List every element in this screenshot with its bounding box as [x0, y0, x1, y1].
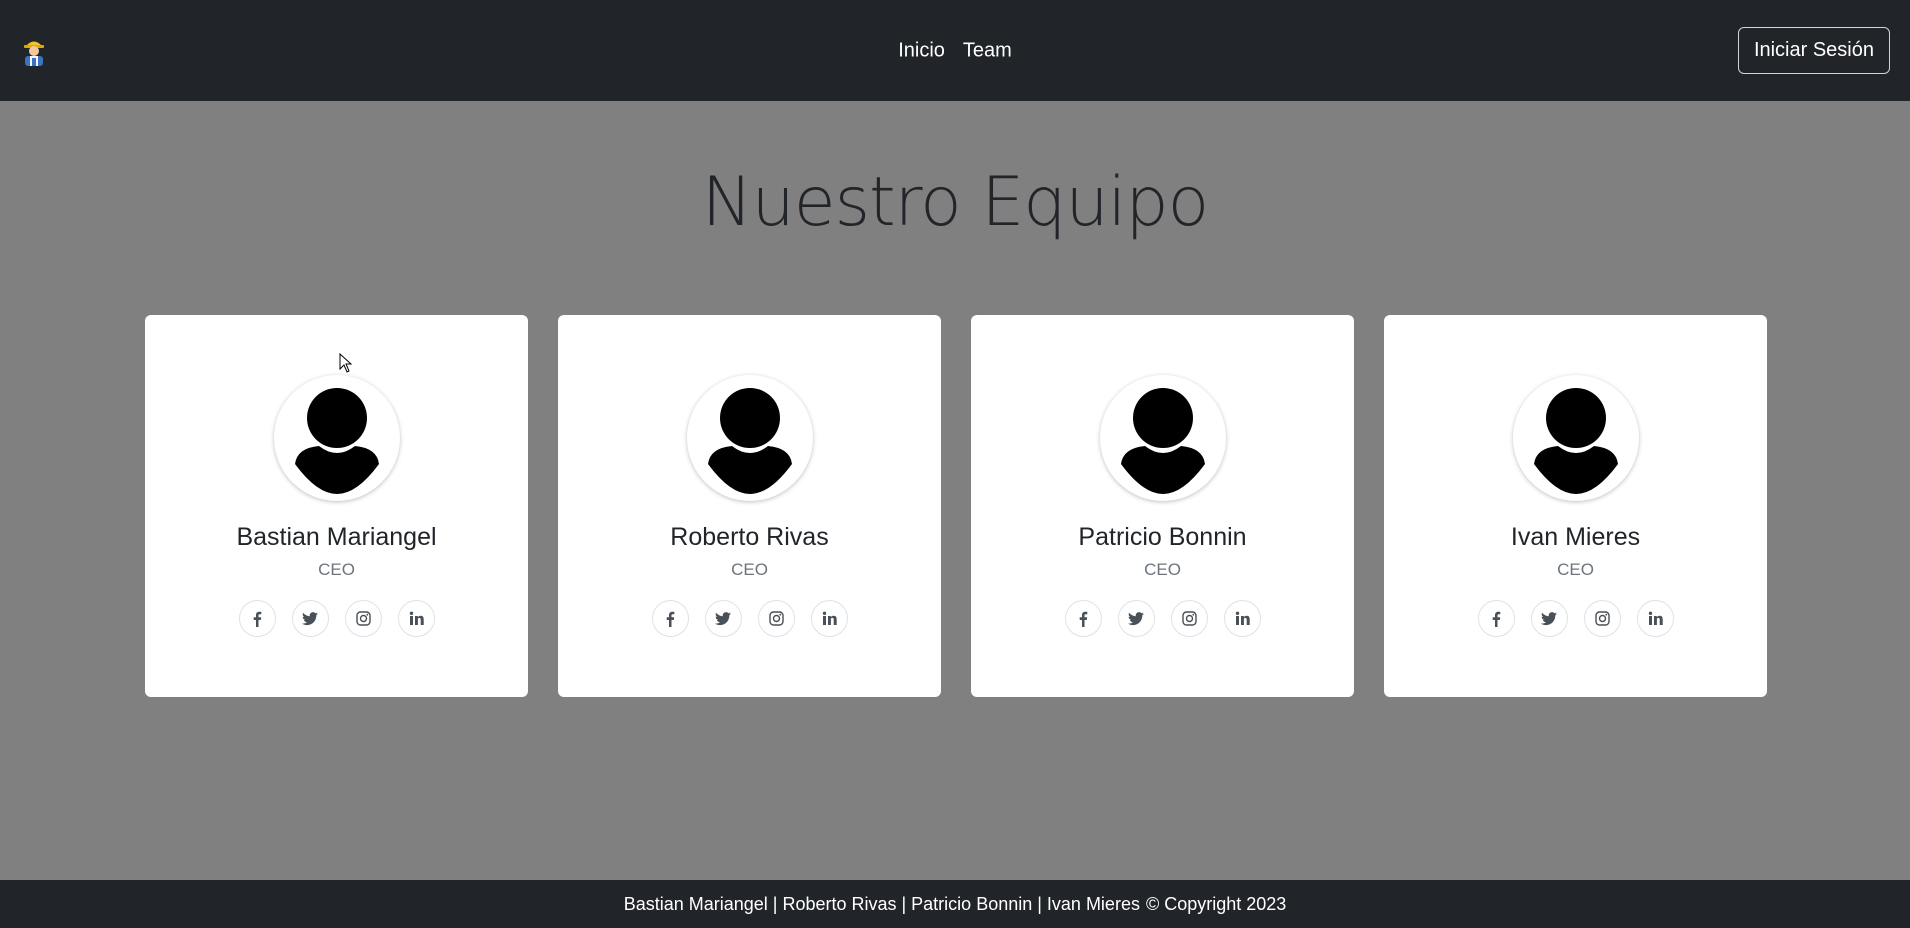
instagram-icon[interactable] [344, 600, 382, 637]
twitter-icon[interactable] [1530, 600, 1568, 637]
footer: Bastian Mariangel | Roberto Rivas | Patr… [0, 880, 1910, 928]
facebook-icon[interactable] [238, 600, 276, 637]
member-name: Bastian Mariangel [236, 523, 437, 551]
avatar [1099, 375, 1226, 501]
mouse-cursor-icon [339, 353, 353, 373]
nav-links: Inicio Team [898, 39, 1012, 62]
navbar: Inicio Team Iniciar Sesión [0, 0, 1910, 101]
footer-names: Bastian Mariangel | Roberto Rivas | Patr… [623, 893, 1140, 914]
social-links [1477, 600, 1674, 637]
nav-link-inicio[interactable]: Inicio [898, 39, 945, 62]
team-cards: Bastian Mariangel CEO Roberto Rivas CEO … [145, 315, 1767, 697]
linkedin-icon[interactable] [1636, 600, 1674, 637]
instagram-icon[interactable] [757, 600, 795, 637]
user-silhouette-icon [707, 388, 792, 494]
social-links [238, 600, 435, 637]
member-role: CEO [318, 560, 355, 579]
footer-copyright: © Copyright 2023 [1145, 893, 1287, 914]
team-card: Roberto Rivas CEO [558, 315, 941, 697]
member-name: Patricio Bonnin [1078, 523, 1247, 551]
instagram-icon[interactable] [1170, 600, 1208, 637]
avatar [1512, 375, 1639, 501]
facebook-icon[interactable] [651, 600, 689, 637]
member-name: Roberto Rivas [670, 523, 829, 551]
construction-worker-icon[interactable] [20, 36, 48, 66]
member-role: CEO [731, 560, 768, 579]
member-role: CEO [1144, 560, 1181, 579]
team-card: Ivan Mieres CEO [1384, 315, 1767, 697]
linkedin-icon[interactable] [1223, 600, 1261, 637]
social-links [1064, 600, 1261, 637]
instagram-icon[interactable] [1583, 600, 1621, 637]
social-links [651, 600, 848, 637]
page-title: Nuestro Equipo [701, 163, 1209, 242]
team-card: Patricio Bonnin CEO [971, 315, 1354, 697]
login-button[interactable]: Iniciar Sesión [1737, 27, 1890, 74]
linkedin-icon[interactable] [810, 600, 848, 637]
avatar [686, 375, 813, 501]
nav-link-team[interactable]: Team [963, 39, 1012, 62]
member-role: CEO [1557, 560, 1594, 579]
user-silhouette-icon [294, 388, 379, 494]
team-card: Bastian Mariangel CEO [145, 315, 528, 697]
user-silhouette-icon [1533, 388, 1618, 494]
facebook-icon[interactable] [1477, 600, 1515, 637]
avatar [273, 375, 400, 501]
user-silhouette-icon [1120, 388, 1205, 494]
twitter-icon[interactable] [291, 600, 329, 637]
twitter-icon[interactable] [1117, 600, 1155, 637]
twitter-icon[interactable] [704, 600, 742, 637]
facebook-icon[interactable] [1064, 600, 1102, 637]
member-name: Ivan Mieres [1510, 523, 1641, 551]
linkedin-icon[interactable] [397, 600, 435, 637]
